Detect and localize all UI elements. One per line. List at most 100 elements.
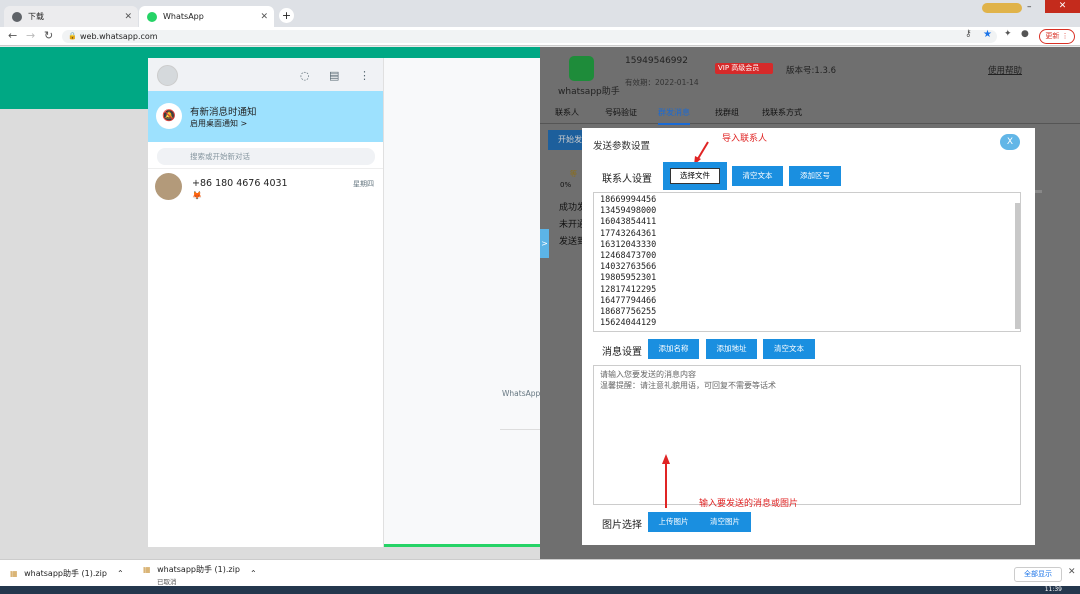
reload-icon[interactable]: ↻ [44,29,53,42]
download-icon [12,11,22,22]
key-icon[interactable]: ⚷ [965,29,972,39]
scrollbar[interactable] [1015,203,1020,329]
tab-title: 下载 [28,12,44,21]
search-bar: ⚲ 搜索或开始新对话 [148,142,383,169]
add-name-button[interactable]: 添加名称 [648,339,699,359]
choose-file-button[interactable]: 选择文件 [663,162,727,190]
choose-file-label: 选择文件 [670,168,720,184]
minimize-icon[interactable]: – [1027,2,1032,12]
new-tab-button[interactable]: + [279,8,294,23]
list-item: 16043854411 [600,217,657,228]
update-button[interactable]: 更新 ⋮ [1039,29,1075,44]
url-text: web.whatsapp.com [80,32,158,41]
annotation-import-contacts: 导入联系人 [722,134,768,144]
new-chat-icon[interactable]: ▤ [329,69,339,82]
list-item: 18669994456 [600,195,657,205]
update-label: 更新 [1045,32,1060,40]
profile-pill[interactable] [982,3,1022,13]
send-settings-modal: 发送参数设置 X 导入联系人 联系人设置 选择文件 清空文本 添加区号 1866… [582,128,1035,545]
add-address-button[interactable]: 添加地址 [706,339,757,359]
sidebar-header: ◌ ▤ ⋮ [148,58,383,91]
address-bar: ← → ↻ 🔒 web.whatsapp.com ⚷ ★ ✦ ● 更新 ⋮ [0,27,1080,46]
contacts-textarea[interactable]: 18669994456 13459498000 16043854411 1774… [593,192,1021,332]
tab-find-contacts[interactable]: 找联系方式 [762,107,802,118]
tab-mass-message[interactable]: 群发消息 [658,107,690,125]
helper-tabs: 联系人 号码验证 群发消息 找群组 找联系方式 [540,100,1080,125]
vip-badge: VIP 高级会员 [715,63,773,74]
list-item: 12468473700 [600,251,657,262]
bell-off-icon: 🔕 [156,103,182,129]
contact-avatar [155,173,182,200]
back-icon[interactable]: ← [8,29,17,42]
helper-header: whatsapp助手 15949546992 有效期：2022-01-14 VI… [540,47,1080,100]
start-send-button[interactable]: 开始发 [548,130,584,150]
annotation-arrow-icon [694,141,709,165]
notification-banner[interactable]: 🔕 有新消息时通知 启用桌面通知 > [148,91,383,142]
chat-name: +86 180 4676 4031 [192,178,288,189]
list-item: 16312043330 [600,239,657,250]
downloads-bar: ▦ whatsapp助手 (1).zip ⌃ ▦ whatsapp助手 (1).… [0,559,1080,586]
contacts-settings-label: 联系人设置 [602,174,652,185]
taskbar: 11:39 [0,586,1080,594]
url-field[interactable]: 🔒 web.whatsapp.com [62,30,997,43]
search-input[interactable]: 搜索或开始新对话 [157,148,375,165]
list-item[interactable]: +86 180 4676 4031 星期四 🦊 [148,169,383,205]
chevron-up-icon[interactable]: ⌃ [250,569,257,578]
tab-whatsapp[interactable]: WhatsApp ✕ [139,6,274,27]
annotation-message-or-image: 输入要发送的消息或图片 [699,499,799,509]
clear-image-button[interactable]: 清空图片 [699,512,751,532]
whatsapp-logo-icon [569,56,594,81]
lock-icon: 🔒 [68,32,77,40]
download-item[interactable]: ▦ whatsapp助手 (1).zip [10,568,107,579]
modal-title: 发送参数设置 [593,141,651,152]
avatar[interactable] [157,65,178,86]
star-icon[interactable]: ★ [983,29,992,40]
download-item[interactable]: ▦ whatsapp助手 (1).zip 已取消 [143,564,240,586]
clear-message-button[interactable]: 清空文本 [763,339,815,359]
list-item: 16477794466 [600,295,657,306]
annotation-arrow-icon [662,454,670,508]
status-icon[interactable]: ◌ [300,69,310,82]
image-select-label: 图片选择 [602,520,642,531]
close-tab-icon[interactable]: ✕ [260,12,268,22]
enable-notifications-link[interactable]: 启用桌面通知 > [190,118,247,129]
tab-find-groups[interactable]: 找群组 [715,107,739,118]
close-button[interactable]: X [1000,134,1020,150]
panel-toggle-button[interactable]: > [540,229,549,258]
menu-icon[interactable]: ⋮ [359,69,370,82]
clear-text-button[interactable]: 清空文本 [732,166,783,186]
divider [500,429,540,430]
add-area-code-button[interactable]: 添加区号 [789,166,841,186]
list-item: 12817412295 [600,284,657,295]
close-tab-icon[interactable]: ✕ [124,12,132,22]
close-icon[interactable]: ✕ [1068,567,1076,577]
extensions-icon[interactable]: ✦ [1004,29,1012,39]
message-textarea[interactable]: 请输入您要发送的消息内容 温馨提醒：请注意礼貌用语，可回复不需要等话术 [593,365,1021,505]
whatsapp-intro-text: WhatsApp [502,389,541,398]
avatar-icon[interactable]: ● [1021,29,1029,39]
whatsapp-bottom-bar [384,544,540,547]
tab-number-verify[interactable]: 号码验证 [605,107,637,118]
show-all-button[interactable]: 全部显示 [1014,567,1062,582]
tab-contacts[interactable]: 联系人 [555,107,579,118]
message-hint: 温馨提醒：请注意礼貌用语，可回复不需要等话术 [600,381,776,390]
upload-image-button[interactable]: 上传图片 [648,512,699,532]
list-item: 17743264361 [600,228,657,239]
forward-icon[interactable]: → [26,29,35,42]
notice-title: 有新消息时通知 [190,107,257,118]
browser-tab-bar: 下载 ✕ WhatsApp ✕ + – ✕ [0,0,1080,27]
list-item: 15624044129 [600,318,657,329]
chat-preview: 🦊 [192,191,202,200]
tab-title: WhatsApp [163,12,204,21]
list-item: 14032763566 [600,262,657,273]
list-item: 19805952301 [600,273,657,284]
tab-downloads[interactable]: 下载 ✕ [4,6,138,27]
help-link[interactable]: 使用帮助 [988,64,1022,76]
whatsapp-main-area [384,58,540,547]
app-name: whatsapp助手 [558,87,620,97]
progress-percent: 0% [560,181,572,189]
zip-file-icon: ▦ [10,569,18,578]
download-status: 已取消 [157,578,177,586]
close-window-icon[interactable]: ✕ [1045,0,1080,13]
chevron-up-icon[interactable]: ⌃ [117,569,124,578]
